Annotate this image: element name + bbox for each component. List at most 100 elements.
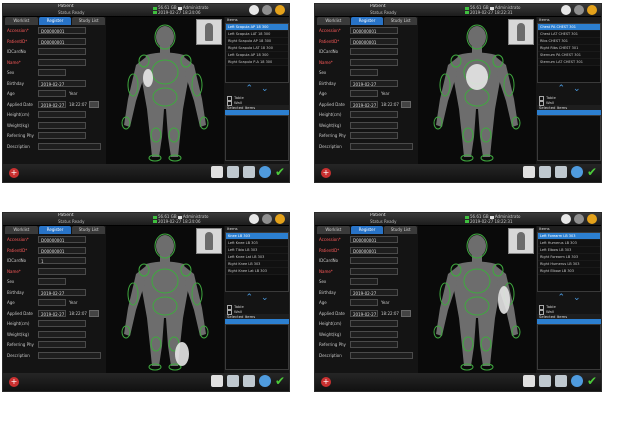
document-icon[interactable] bbox=[210, 375, 223, 387]
idcard-field[interactable]: 1 bbox=[38, 257, 86, 264]
scan-icon[interactable] bbox=[554, 375, 567, 387]
applied-date-field[interactable]: 2019-02-27 bbox=[38, 309, 66, 317]
referring-field[interactable] bbox=[38, 132, 86, 139]
age-unit[interactable]: Year bbox=[69, 91, 77, 96]
tab-register[interactable]: Register bbox=[350, 17, 384, 25]
list-item[interactable]: Left Knee Lat LB 303 bbox=[226, 254, 288, 261]
referring-field[interactable] bbox=[350, 341, 398, 348]
move-down-icon[interactable]: ⌄ bbox=[261, 84, 269, 94]
patient-id-field[interactable]: D00000001 bbox=[350, 37, 398, 45]
power-icon[interactable] bbox=[587, 5, 597, 15]
tab-register[interactable]: Register bbox=[350, 226, 384, 234]
power-icon[interactable] bbox=[275, 214, 285, 224]
settings-icon[interactable] bbox=[574, 214, 584, 224]
confirm-check-icon[interactable]: ✔ bbox=[275, 375, 285, 387]
applied-time[interactable]: 18:22:07 bbox=[381, 102, 399, 107]
list-item[interactable]: Right Scapula LAT 18 300 bbox=[226, 45, 288, 52]
age-field[interactable] bbox=[350, 299, 378, 306]
power-icon[interactable] bbox=[275, 5, 285, 15]
sex-select[interactable] bbox=[350, 278, 378, 285]
tab-worklist[interactable]: Worklist bbox=[5, 17, 38, 25]
referring-field[interactable] bbox=[38, 341, 86, 348]
list-item[interactable]: Left Tibia LB 303 bbox=[226, 247, 288, 254]
list-item[interactable]: Right Forearm LB 303 bbox=[538, 254, 600, 261]
scan-icon[interactable] bbox=[242, 166, 255, 178]
birthday-field[interactable]: 2019-02-27 bbox=[350, 288, 398, 296]
refresh-icon[interactable] bbox=[258, 166, 271, 178]
accession-field[interactable]: D00000001 bbox=[38, 27, 86, 34]
referring-field[interactable] bbox=[350, 132, 398, 139]
settings-icon[interactable] bbox=[574, 5, 584, 15]
list-item[interactable]: Right Humerus LB 303 bbox=[538, 261, 600, 268]
scan-icon[interactable] bbox=[242, 375, 255, 387]
list-item[interactable]: Knee LB 303 bbox=[226, 233, 288, 240]
phone-icon[interactable] bbox=[561, 214, 571, 224]
list-item[interactable]: Ribs CHEST 301 bbox=[538, 38, 600, 45]
applied-time[interactable]: 18:22:07 bbox=[69, 311, 87, 316]
birthday-field[interactable]: 2019-02-27 bbox=[350, 79, 398, 87]
description-field[interactable] bbox=[350, 351, 413, 359]
accession-field[interactable]: D00000001 bbox=[350, 236, 398, 243]
power-icon[interactable] bbox=[587, 214, 597, 224]
list-item[interactable]: Chest LAT CHEST 301 bbox=[538, 31, 600, 38]
list-item[interactable]: Left Elbow LB 303 bbox=[538, 247, 600, 254]
age-unit[interactable]: Year bbox=[381, 300, 389, 305]
accession-field[interactable]: D00000001 bbox=[350, 27, 398, 34]
list-item[interactable]: Left Scapula LAT 18 300 bbox=[226, 31, 288, 38]
selected-body-region[interactable] bbox=[143, 69, 153, 87]
weight-field[interactable] bbox=[350, 330, 398, 338]
calendar-button[interactable] bbox=[89, 100, 99, 108]
weight-field[interactable] bbox=[350, 121, 398, 129]
move-up-icon[interactable]: ⌃ bbox=[245, 84, 253, 94]
refresh-icon[interactable] bbox=[258, 375, 271, 387]
description-field[interactable] bbox=[350, 142, 413, 150]
refresh-icon[interactable] bbox=[570, 166, 583, 178]
idcard-field[interactable] bbox=[38, 48, 86, 55]
camera-icon[interactable] bbox=[226, 375, 239, 387]
selected-body-region[interactable] bbox=[466, 64, 488, 90]
weight-field[interactable] bbox=[38, 121, 86, 129]
applied-date-field[interactable]: 2019-02-27 bbox=[38, 100, 66, 108]
scan-icon[interactable] bbox=[554, 166, 567, 178]
move-down-icon[interactable]: ⌄ bbox=[573, 84, 581, 94]
document-icon[interactable] bbox=[522, 375, 535, 387]
phone-icon[interactable] bbox=[249, 5, 259, 15]
name-field[interactable] bbox=[350, 267, 398, 275]
name-field[interactable] bbox=[38, 267, 86, 275]
list-item[interactable]: Right Scapula P-A 18 300 bbox=[226, 59, 288, 66]
tab-worklist[interactable]: Worklist bbox=[317, 17, 350, 25]
list-item[interactable]: Right Ribs CHEST 301 bbox=[538, 45, 600, 52]
description-field[interactable] bbox=[38, 351, 101, 359]
description-field[interactable] bbox=[38, 142, 101, 150]
sex-select[interactable] bbox=[350, 69, 378, 76]
accession-field[interactable]: D00000001 bbox=[38, 236, 86, 243]
weight-field[interactable] bbox=[38, 330, 86, 338]
tab-study-list[interactable]: Study List bbox=[384, 17, 418, 25]
document-icon[interactable] bbox=[210, 166, 223, 178]
tab-study-list[interactable]: Study List bbox=[72, 226, 106, 234]
age-unit[interactable]: Year bbox=[69, 300, 77, 305]
move-up-icon[interactable]: ⌃ bbox=[557, 84, 565, 94]
phone-icon[interactable] bbox=[561, 5, 571, 15]
list-item[interactable]: Left Scapula AP 18 300 bbox=[226, 52, 288, 59]
list-item[interactable]: Right Knee LB 303 bbox=[226, 261, 288, 268]
move-up-icon[interactable]: ⌃ bbox=[557, 293, 565, 303]
list-item[interactable]: Left Knee LB 303 bbox=[226, 240, 288, 247]
list-item[interactable]: Sternum PA CHEST 301 bbox=[538, 52, 600, 59]
birthday-field[interactable]: 2019-02-27 bbox=[38, 79, 86, 87]
tab-study-list[interactable]: Study List bbox=[384, 226, 418, 234]
calendar-button[interactable] bbox=[401, 100, 411, 108]
list-item[interactable]: Right Elbow LB 303 bbox=[538, 268, 600, 275]
patient-id-field[interactable]: D00000001 bbox=[38, 246, 86, 254]
patient-id-field[interactable]: D00000001 bbox=[38, 37, 86, 45]
idcard-field[interactable] bbox=[350, 48, 398, 55]
confirm-check-icon[interactable]: ✔ bbox=[587, 375, 597, 387]
name-field[interactable] bbox=[38, 58, 86, 66]
idcard-field[interactable] bbox=[350, 257, 398, 264]
calendar-button[interactable] bbox=[401, 309, 411, 317]
height-field[interactable] bbox=[350, 111, 398, 118]
confirm-check-icon[interactable]: ✔ bbox=[275, 166, 285, 178]
list-item[interactable]: Left Forearm LB 303 bbox=[538, 233, 600, 240]
tab-worklist[interactable]: Worklist bbox=[317, 226, 350, 234]
tab-register[interactable]: Register bbox=[38, 226, 72, 234]
